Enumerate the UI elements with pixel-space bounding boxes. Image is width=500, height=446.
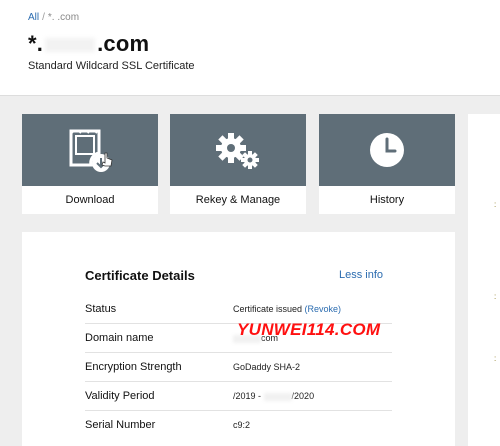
- domain-suffix: .com: [97, 31, 150, 56]
- validity-start: /2019 -: [233, 391, 262, 401]
- breadcrumb-current: *. .com: [47, 12, 80, 23]
- breadcrumb-all-link[interactable]: All: [28, 12, 39, 23]
- history-label[interactable]: History: [319, 186, 455, 214]
- certificate-details-title: Certificate Details: [85, 268, 195, 283]
- revoke-link[interactable]: (Revoke): [305, 304, 342, 314]
- serial-value: c9:2: [233, 420, 251, 430]
- panel-fragment: :: [494, 354, 497, 363]
- status-label: Status: [85, 303, 117, 315]
- certificate-type: Standard Wildcard SSL Certificate: [28, 60, 195, 72]
- redacted-date: [263, 392, 292, 401]
- validity-value: /2019 - /2020: [233, 391, 314, 401]
- breadcrumb-separator: /: [42, 12, 45, 23]
- watermark-text: YUNWEI114.COM: [237, 320, 381, 339]
- encryption-label: Encryption Strength: [85, 361, 182, 373]
- download-tile[interactable]: Download: [22, 114, 158, 214]
- rekey-manage-label[interactable]: Rekey & Manage: [170, 186, 306, 214]
- redacted-domain: [45, 38, 96, 53]
- validity-end: /2020: [291, 391, 315, 401]
- detail-row-validity: Validity Period /2019 - /2020: [85, 382, 392, 411]
- history-tile-icon-area[interactable]: [319, 114, 455, 186]
- detail-row-encryption: Encryption Strength GoDaddy SHA-2: [85, 353, 392, 382]
- panel-fragment: :: [494, 200, 497, 209]
- detail-row-serial: Serial Number c9:2: [85, 411, 392, 440]
- panel-fragment: :: [494, 292, 497, 301]
- serial-label: Serial Number: [85, 419, 156, 431]
- right-side-panel: : : :: [468, 114, 500, 446]
- page-header: All / *. .com *. .com Standard Wildcard SSL…: [0, 0, 500, 96]
- less-info-link[interactable]: Less info: [339, 269, 383, 281]
- clock-icon: [370, 133, 404, 167]
- download-tile-icon-area[interactable]: [22, 114, 158, 186]
- history-tile[interactable]: History: [319, 114, 455, 214]
- domain-prefix: *.: [28, 31, 44, 56]
- rekey-tile-icon-area[interactable]: [170, 114, 306, 186]
- validity-label: Validity Period: [85, 390, 155, 402]
- gears-icon: [216, 133, 259, 169]
- certificate-download-icon: [69, 129, 113, 172]
- download-label[interactable]: Download: [22, 186, 158, 214]
- page-title: *. .com: [28, 31, 149, 57]
- encryption-value: GoDaddy SHA-2: [233, 362, 301, 372]
- domain-name-label: Domain name: [85, 332, 154, 344]
- status-text: Certificate issued: [233, 304, 303, 314]
- breadcrumb: All / *. .com: [28, 12, 79, 23]
- rekey-manage-tile[interactable]: Rekey & Manage: [170, 114, 306, 214]
- status-value: Certificate issued (Revoke): [233, 304, 341, 314]
